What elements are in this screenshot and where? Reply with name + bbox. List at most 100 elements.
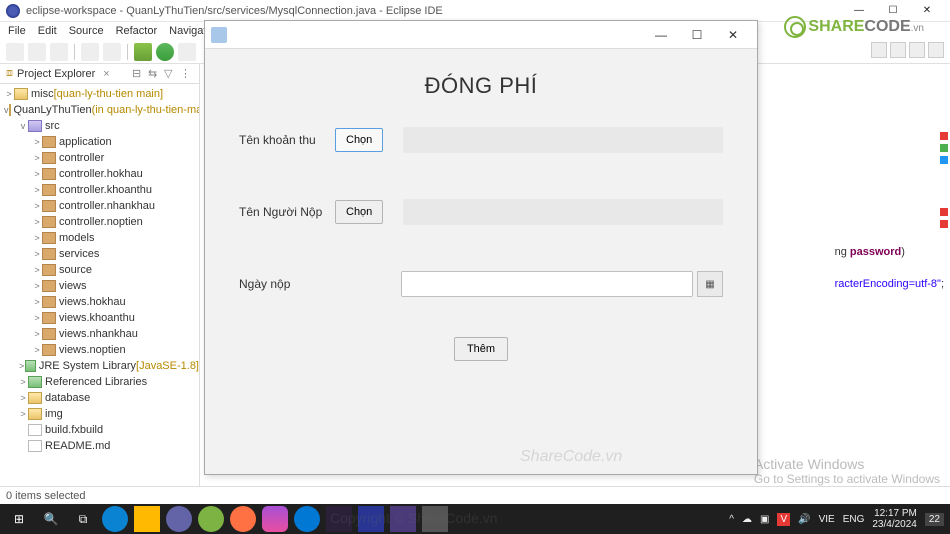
close-view-icon[interactable]: × <box>103 68 109 80</box>
tray-battery-icon[interactable]: ▣ <box>760 514 769 525</box>
tray-volume-icon[interactable]: 🔊 <box>798 514 810 525</box>
tree-node[interactable]: >views.khoanthu <box>0 310 199 326</box>
twisty-icon[interactable]: > <box>32 217 42 227</box>
menu-edit[interactable]: Edit <box>38 25 57 37</box>
error-marker-2[interactable] <box>940 208 948 216</box>
twisty-icon[interactable]: > <box>32 329 42 339</box>
run-button[interactable] <box>156 43 174 61</box>
link-editor-icon[interactable]: ⇆ <box>148 67 161 80</box>
twisty-icon[interactable]: > <box>32 169 42 179</box>
info-marker[interactable] <box>940 156 948 164</box>
error-marker[interactable] <box>940 132 948 140</box>
fee-name-display <box>403 127 723 153</box>
skype-icon[interactable] <box>294 506 320 532</box>
twisty-icon[interactable]: > <box>18 409 28 419</box>
view-menu-icon[interactable]: ⋮ <box>180 67 193 80</box>
twisty-icon[interactable]: > <box>18 361 25 371</box>
twisty-icon[interactable]: > <box>18 377 28 387</box>
tray-lang-1[interactable]: VIE <box>819 514 835 525</box>
twisty-icon[interactable]: > <box>32 281 42 291</box>
tree-node[interactable]: >controller.nhankhau <box>0 198 199 214</box>
tree-node[interactable]: >controller.noptien <box>0 214 199 230</box>
error-marker-3[interactable] <box>940 220 948 228</box>
java-perspective-icon[interactable] <box>909 42 925 58</box>
tray-lang-2[interactable]: ENG <box>843 514 865 525</box>
twisty-icon[interactable]: > <box>32 153 42 163</box>
edge-icon[interactable] <box>102 506 128 532</box>
new-button[interactable] <box>6 43 24 61</box>
debug-button[interactable] <box>134 43 152 61</box>
tree-node[interactable]: >controller.hokhau <box>0 166 199 182</box>
tree-node[interactable]: >views.noptien <box>0 342 199 358</box>
tree-node[interactable]: vsrc <box>0 118 199 134</box>
search-icon[interactable] <box>871 42 887 58</box>
project-tree[interactable]: >misc [quan-ly-thu-tien main]vQuanLyThuT… <box>0 84 199 486</box>
twisty-icon[interactable]: > <box>4 89 14 99</box>
dialog-close-button[interactable]: ✕ <box>715 21 751 49</box>
tray-vivaldi-icon[interactable]: V <box>777 513 790 526</box>
app-icon-2[interactable] <box>230 506 256 532</box>
twisty-icon[interactable]: > <box>32 233 42 243</box>
tree-node[interactable]: >database <box>0 390 199 406</box>
save-button[interactable] <box>28 43 46 61</box>
tree-node[interactable]: >application <box>0 134 199 150</box>
ok-marker[interactable] <box>940 144 948 152</box>
pay-date-input[interactable] <box>401 271 693 297</box>
tree-node[interactable]: >controller <box>0 150 199 166</box>
collapse-all-icon[interactable]: ⊟ <box>132 67 145 80</box>
tree-node[interactable]: >controller.khoanthu <box>0 182 199 198</box>
debug-perspective-icon[interactable] <box>928 42 944 58</box>
menu-refactor[interactable]: Refactor <box>116 25 158 37</box>
twisty-icon[interactable]: > <box>32 185 42 195</box>
open-perspective-icon[interactable] <box>890 42 906 58</box>
tray-clock[interactable]: 12:17 PM 23/4/2024 <box>872 508 917 530</box>
menu-file[interactable]: File <box>8 25 26 37</box>
tray-notifications-badge[interactable]: 22 <box>925 513 944 526</box>
add-button[interactable]: Thêm <box>454 337 508 361</box>
tree-node[interactable]: README.md <box>0 438 199 454</box>
tray-up-icon[interactable]: ^ <box>729 514 734 525</box>
twisty-icon[interactable]: > <box>18 393 28 403</box>
twisty-icon[interactable]: > <box>32 137 42 147</box>
twisty-icon[interactable]: > <box>32 297 42 307</box>
menu-source[interactable]: Source <box>69 25 104 37</box>
dialog-maximize-button[interactable]: ☐ <box>679 21 715 49</box>
twisty-icon[interactable]: > <box>32 201 42 211</box>
tree-node[interactable]: build.fxbuild <box>0 422 199 438</box>
teams-icon[interactable] <box>166 506 192 532</box>
twisty-icon[interactable]: > <box>32 345 42 355</box>
tree-node[interactable]: >views <box>0 278 199 294</box>
file-explorer-icon[interactable] <box>134 506 160 532</box>
dialog-titlebar[interactable]: — ☐ ✕ <box>205 21 757 49</box>
choose-fee-button[interactable]: Chọn <box>335 128 383 152</box>
filter-icon[interactable]: ▽ <box>164 67 177 80</box>
undo-button[interactable] <box>81 43 99 61</box>
twisty-icon[interactable]: > <box>32 265 42 275</box>
project-explorer-tab[interactable]: ⧈ Project Explorer × ⊟ ⇆ ▽ ⋮ <box>0 64 199 84</box>
twisty-icon[interactable]: > <box>32 249 42 259</box>
tree-node[interactable]: >views.nhankhau <box>0 326 199 342</box>
twisty-icon[interactable]: v <box>18 121 28 131</box>
tree-node[interactable]: >source <box>0 262 199 278</box>
choose-payer-button[interactable]: Chọn <box>335 200 383 224</box>
redo-button[interactable] <box>103 43 121 61</box>
tree-node[interactable]: >models <box>0 230 199 246</box>
tree-node[interactable]: >img <box>0 406 199 422</box>
tree-node[interactable]: >misc [quan-ly-thu-tien main] <box>0 86 199 102</box>
save-all-button[interactable] <box>50 43 68 61</box>
start-button[interactable]: ⊞ <box>6 506 32 532</box>
search-button[interactable]: 🔍 <box>38 506 64 532</box>
twisty-icon[interactable]: > <box>32 313 42 323</box>
app-icon-1[interactable] <box>198 506 224 532</box>
dialog-minimize-button[interactable]: — <box>643 21 679 49</box>
tree-node[interactable]: >JRE System Library [JavaSE-1.8] <box>0 358 199 374</box>
tray-cloud-icon[interactable]: ☁ <box>742 514 752 525</box>
tree-node[interactable]: >services <box>0 246 199 262</box>
task-view-button[interactable]: ⧉ <box>70 506 96 532</box>
calendar-icon[interactable]: ▦ <box>697 271 723 297</box>
external-tools-button[interactable] <box>178 43 196 61</box>
tree-node[interactable]: >Referenced Libraries <box>0 374 199 390</box>
messenger-icon[interactable] <box>262 506 288 532</box>
tree-node[interactable]: vQuanLyThuTien (in quan-ly-thu-tien-mast… <box>0 102 199 118</box>
tree-node[interactable]: >views.hokhau <box>0 294 199 310</box>
